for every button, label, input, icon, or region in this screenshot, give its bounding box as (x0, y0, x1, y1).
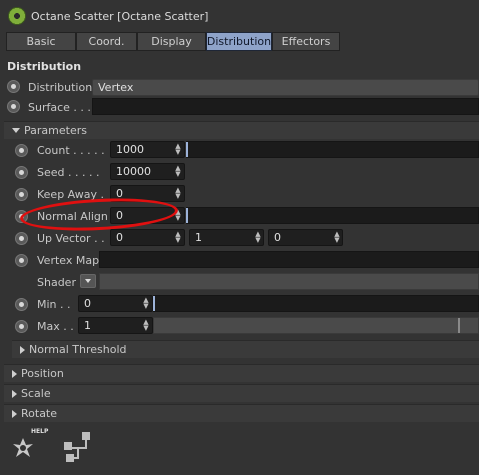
distribution-select[interactable]: Vertex (92, 79, 479, 96)
surface-label: Surface . . . (28, 101, 91, 114)
surface-link-field[interactable] (92, 98, 479, 115)
keep-away-radio-icon[interactable] (15, 188, 28, 201)
tab-display[interactable]: Display (137, 32, 206, 51)
max-slider-handle[interactable] (458, 318, 460, 333)
tab-effectors[interactable]: Effectors (272, 32, 340, 51)
normal-align-slider-handle[interactable] (186, 208, 188, 223)
parameters-group[interactable]: Parameters (4, 121, 479, 139)
count-label: Count . . . . . (37, 144, 105, 157)
up-vector-label: Up Vector . . (37, 232, 105, 245)
count-value: 1000 (116, 143, 144, 156)
count-slider-handle[interactable] (186, 142, 188, 157)
seed-value: 10000 (116, 165, 151, 178)
node-graph-icon[interactable] (60, 430, 96, 464)
distribution-label: Distribution (28, 81, 93, 94)
normal-threshold-label: Normal Threshold (29, 343, 127, 356)
tab-distribution[interactable]: Distribution (206, 32, 272, 51)
seed-radio-icon[interactable] (15, 166, 28, 179)
min-slider[interactable] (153, 295, 479, 312)
position-group[interactable]: Position (4, 364, 479, 382)
count-stepper-icon[interactable]: ▲ ▼ (173, 142, 183, 156)
up-vector-z-stepper-icon[interactable]: ▲ ▼ (332, 230, 342, 244)
up-vector-x-value: 0 (116, 231, 123, 244)
min-label: Min . . (37, 298, 71, 311)
min-radio-icon[interactable] (15, 298, 28, 311)
expand-icon (20, 345, 25, 354)
count-slider[interactable] (186, 141, 479, 158)
expand-icon (12, 409, 17, 418)
min-value: 0 (84, 297, 91, 310)
vertex-map-link-field[interactable] (99, 251, 479, 268)
rotate-group[interactable]: Rotate (4, 404, 479, 422)
up-vector-y-value: 1 (195, 231, 202, 244)
tab-basic[interactable]: Basic (6, 32, 76, 51)
shader-dropdown-icon[interactable] (80, 274, 96, 288)
octane-scatter-icon (8, 7, 26, 25)
window-title: Octane Scatter [Octane Scatter] (31, 10, 209, 23)
max-slider[interactable] (153, 317, 479, 334)
vertex-map-label: Vertex Map (37, 254, 100, 267)
shader-label: Shader (37, 276, 76, 289)
collapse-icon (12, 128, 20, 133)
seed-label: Seed . . . . . (37, 166, 100, 179)
normal-align-slider[interactable] (186, 207, 479, 224)
help-icon[interactable]: HELP (9, 428, 48, 464)
rotate-group-label: Rotate (21, 407, 58, 420)
up-vector-z-value: 0 (274, 231, 281, 244)
distribution-radio-icon[interactable] (7, 80, 20, 93)
scale-group[interactable]: Scale (4, 384, 479, 402)
min-slider-handle[interactable] (153, 296, 155, 311)
vertex-map-radio-icon[interactable] (15, 254, 28, 267)
up-vector-radio-icon[interactable] (15, 232, 28, 245)
parameters-group-label: Parameters (24, 124, 87, 137)
seed-stepper-icon[interactable]: ▲ ▼ (173, 164, 183, 178)
expand-icon (12, 369, 17, 378)
surface-radio-icon[interactable] (7, 100, 20, 113)
max-label: Max . . (37, 320, 74, 333)
min-stepper-icon[interactable]: ▲ ▼ (141, 296, 151, 310)
max-value: 1 (84, 319, 91, 332)
expand-icon (12, 389, 17, 398)
normal-threshold-group[interactable]: Normal Threshold (12, 340, 479, 358)
max-radio-icon[interactable] (15, 320, 28, 333)
max-stepper-icon[interactable]: ▲ ▼ (141, 318, 151, 332)
count-radio-icon[interactable] (15, 144, 28, 157)
keep-away-stepper-icon[interactable]: ▲ ▼ (173, 186, 183, 200)
position-group-label: Position (21, 367, 64, 380)
shader-field[interactable] (99, 273, 479, 290)
section-title: Distribution (7, 60, 82, 73)
tab-coord[interactable]: Coord. (76, 32, 137, 51)
help-text: HELP (31, 428, 49, 435)
up-vector-x-stepper-icon[interactable]: ▲ ▼ (173, 230, 183, 244)
scale-group-label: Scale (21, 387, 51, 400)
up-vector-y-stepper-icon[interactable]: ▲ ▼ (253, 230, 263, 244)
